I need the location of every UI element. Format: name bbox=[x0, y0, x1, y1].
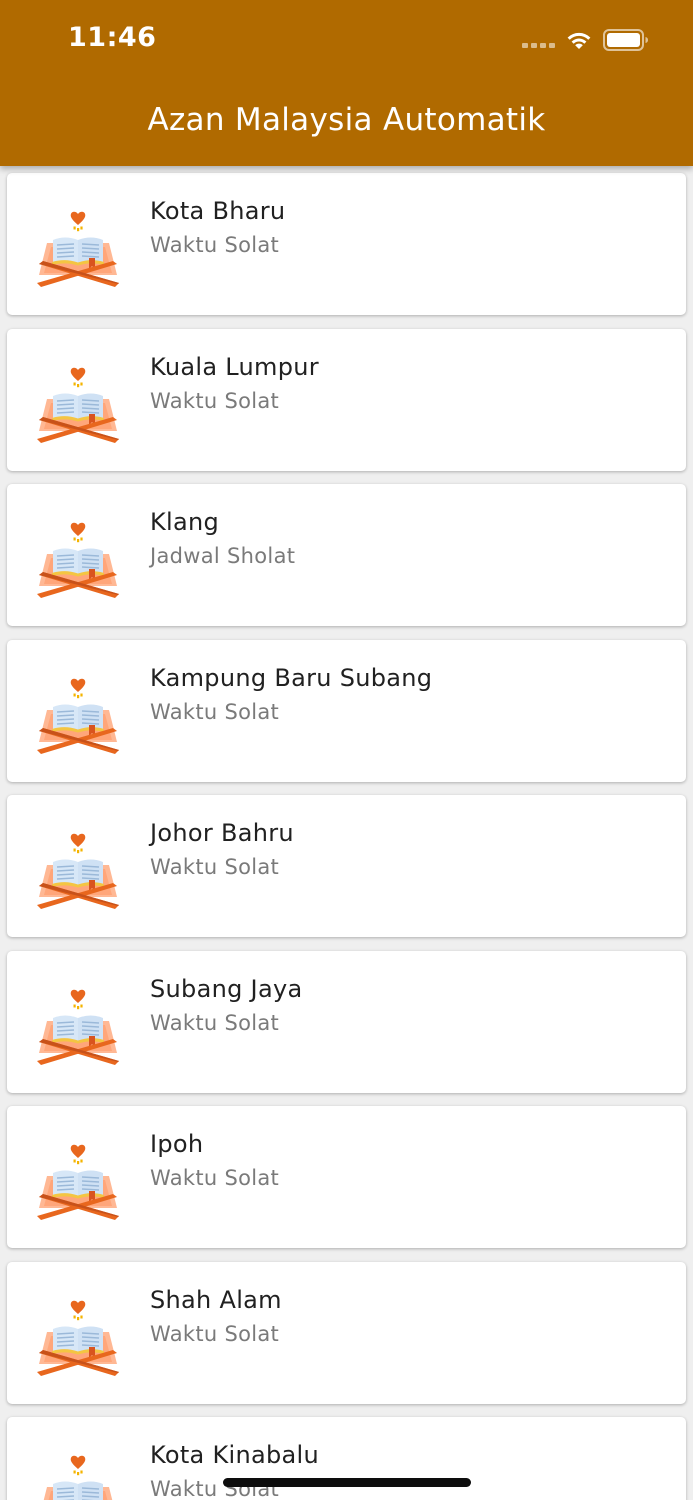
list-item-title: Kota Bharu bbox=[150, 197, 286, 225]
list-item-subtitle: Waktu Solat bbox=[150, 1166, 280, 1190]
list-item-title: Ipoh bbox=[150, 1130, 204, 1158]
quran-stand-icon bbox=[37, 522, 119, 598]
list-item-title: Shah Alam bbox=[150, 1285, 282, 1314]
list-item-subtitle: Waktu Solat bbox=[150, 855, 280, 879]
list-item-subtitle: Jadwal Sholat bbox=[150, 544, 296, 568]
quran-stand-icon bbox=[37, 1300, 119, 1376]
list-item[interactable]: Johor Bahru Waktu Solat bbox=[7, 795, 686, 937]
quran-stand-icon bbox=[43, 1455, 113, 1500]
list-item[interactable]: Ipoh Waktu Solat bbox=[7, 1106, 686, 1248]
quran-stand-icon bbox=[37, 678, 119, 754]
cellular-signal-icon bbox=[522, 42, 555, 48]
list-item[interactable]: Shah Alam Waktu Solat bbox=[7, 1261, 686, 1404]
status-indicators bbox=[522, 26, 649, 54]
city-list: Kota Bharu Waktu Solat Kuala Lumpur Wakt… bbox=[0, 166, 693, 1500]
quran-stand-icon bbox=[37, 989, 119, 1065]
page-title: Azan Malaysia Automatik bbox=[147, 102, 546, 138]
wifi-icon bbox=[567, 32, 591, 49]
list-item[interactable]: Kampung Baru Subang Waktu Solat bbox=[7, 639, 686, 782]
list-item-subtitle: Waktu Solat bbox=[150, 233, 280, 257]
list-item-subtitle: Waktu Solat bbox=[150, 1321, 280, 1346]
list-item-title: Klang bbox=[150, 508, 220, 536]
home-indicator[interactable] bbox=[223, 1478, 471, 1487]
battery-icon bbox=[603, 29, 648, 51]
list-item-title: Johor Bahru bbox=[150, 819, 294, 847]
quran-stand-icon bbox=[37, 211, 119, 287]
list-item[interactable]: Klang Jadwal Sholat bbox=[7, 484, 686, 626]
list-item-title: Kampung Baru Subang bbox=[150, 663, 433, 692]
status-time: 11:46 bbox=[68, 22, 157, 53]
quran-stand-icon bbox=[37, 833, 119, 909]
list-item-subtitle: Waktu Solat bbox=[150, 1010, 280, 1035]
list-item-title: Kuala Lumpur bbox=[150, 352, 319, 381]
list-item-title: Subang Jaya bbox=[150, 974, 303, 1003]
list-item[interactable]: Kuala Lumpur Waktu Solat bbox=[7, 328, 686, 471]
list-item-subtitle: Waktu Solat bbox=[150, 388, 280, 413]
list-item[interactable]: Kota Bharu Waktu Solat bbox=[7, 173, 686, 315]
quran-stand-icon bbox=[37, 1144, 119, 1220]
list-item-title: Kota Kinabalu bbox=[150, 1441, 320, 1469]
app-bar: 11:46 Azan Malaysia Automatik bbox=[0, 0, 693, 166]
list-item[interactable]: Subang Jaya Waktu Solat bbox=[7, 950, 686, 1093]
quran-stand-icon bbox=[37, 367, 119, 443]
screen: 11:46 Azan Malaysia Automatik Kota Bharu… bbox=[0, 0, 693, 1500]
list-item-subtitle: Waktu Solat bbox=[150, 699, 280, 724]
list-item[interactable]: Kota Kinabalu Waktu Solat bbox=[7, 1417, 686, 1500]
